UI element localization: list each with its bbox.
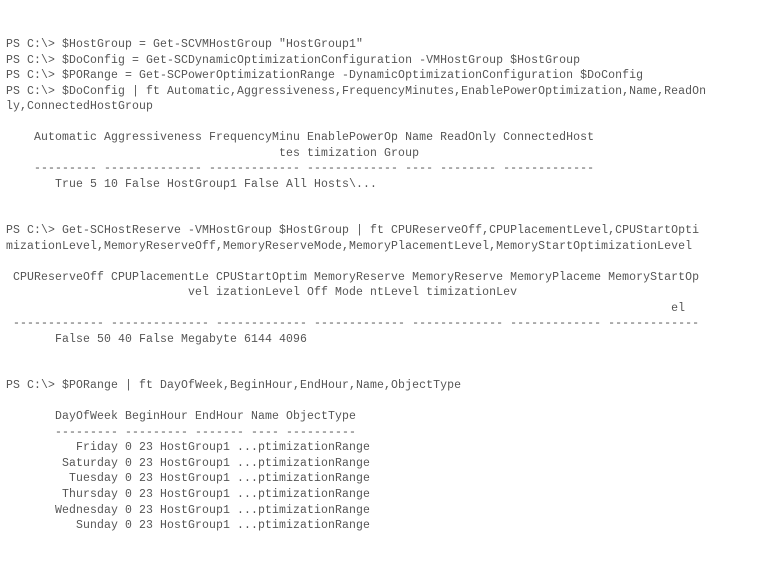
ps-cmd-line: PS C:\> Get-SCHostReserve -VMHostGroup $…	[6, 224, 699, 237]
ps-cmd-line: PS C:\> $PORange = Get-SCPowerOptimizati…	[6, 69, 643, 82]
table-row: True 5 10 False HostGroup1 False All Hos…	[6, 178, 377, 191]
table-sep-row: --------- -------------- ------------- -…	[6, 162, 594, 175]
table-row: Tuesday 0 23 HostGroup1 ...ptimizationRa…	[6, 472, 370, 485]
table-row: Sunday 0 23 HostGroup1 ...ptimizationRan…	[6, 519, 370, 532]
ps-cmd-line: PS C:\> $DoConfig = Get-SCDynamicOptimiz…	[6, 54, 580, 67]
table-header-row: vel izationLevel Off Mode ntLevel timiza…	[6, 286, 517, 299]
ps-cmd-line: mizationLevel,MemoryReserveOff,MemoryRes…	[6, 240, 692, 253]
table-header-row: tes timization Group	[6, 147, 419, 160]
table-row: Thursday 0 23 HostGroup1 ...ptimizationR…	[6, 488, 370, 501]
table-sep-row: --------- --------- ------- ---- -------…	[6, 426, 356, 439]
table-sep-row: ------------- -------------- -----------…	[6, 317, 699, 330]
table-header-row: el	[6, 302, 685, 315]
table-row: Friday 0 23 HostGroup1 ...ptimizationRan…	[6, 441, 370, 454]
ps-cmd-line: PS C:\> $PORange | ft DayOfWeek,BeginHou…	[6, 379, 461, 392]
table-row: Saturday 0 23 HostGroup1 ...ptimizationR…	[6, 457, 370, 470]
table-row: False 50 40 False Megabyte 6144 4096	[6, 333, 307, 346]
ps-cmd-line: PS C:\> $HostGroup = Get-SCVMHostGroup "…	[6, 38, 363, 51]
table-header-row: DayOfWeek BeginHour EndHour Name ObjectT…	[6, 410, 356, 423]
ps-cmd-line: ly,ConnectedHostGroup	[6, 100, 153, 113]
table-row: Wednesday 0 23 HostGroup1 ...ptimization…	[6, 504, 370, 517]
ps-cmd-line: PS C:\> $DoConfig | ft Automatic,Aggress…	[6, 85, 706, 98]
table-header-row: CPUReserveOff CPUPlacementLe CPUStartOpt…	[6, 271, 699, 284]
table-header-row: Automatic Aggressiveness FrequencyMinu E…	[6, 131, 594, 144]
